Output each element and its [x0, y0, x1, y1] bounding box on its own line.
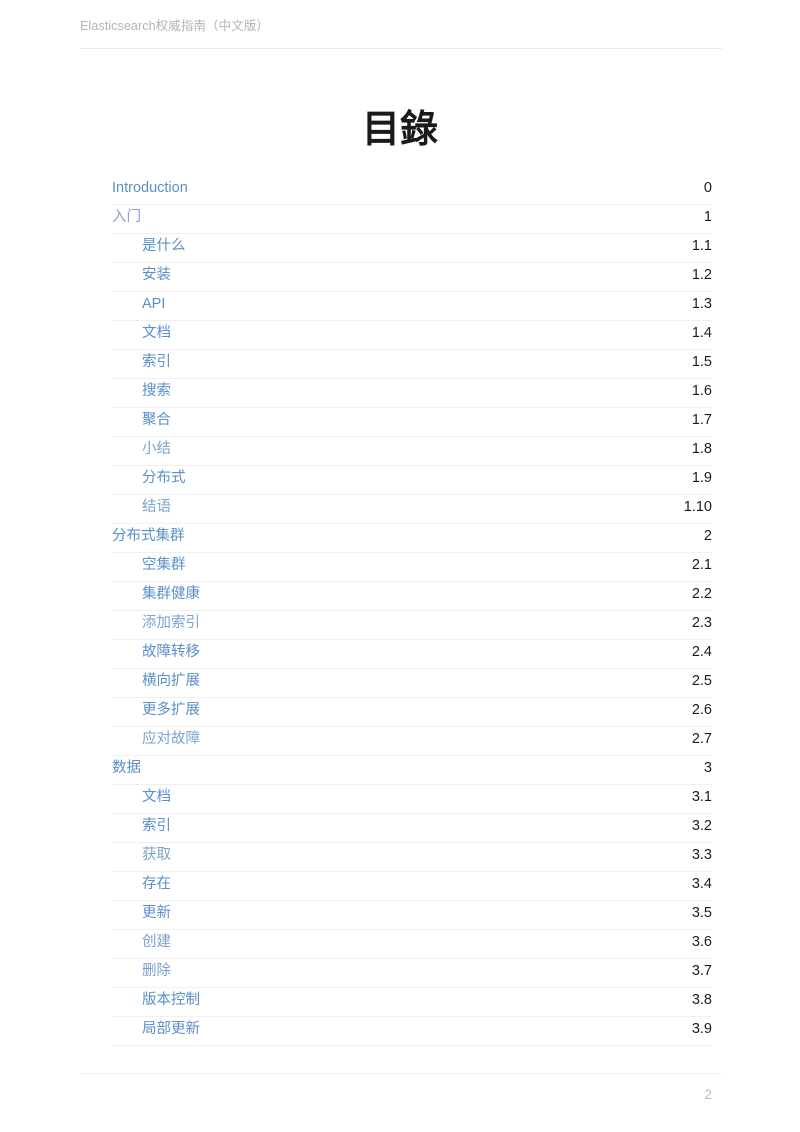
- toc-entry-label[interactable]: 空集群: [142, 553, 186, 576]
- toc-entry-label[interactable]: 版本控制: [142, 988, 200, 1011]
- toc-entry-label[interactable]: 删除: [142, 959, 171, 982]
- toc-entry-number: 2.6: [691, 702, 712, 718]
- toc-entry-number: 3.1: [691, 789, 712, 805]
- toc-entry-number: 0: [703, 180, 712, 196]
- toc-entry-number: 3.6: [691, 934, 712, 950]
- toc-entry-number: 3.8: [691, 992, 712, 1008]
- toc-entry-number: 3.4: [691, 876, 712, 892]
- toc-entry[interactable]: 应对故障 2.7: [112, 727, 712, 756]
- toc-entry-number: 2: [703, 528, 712, 544]
- toc-entry[interactable]: 安装 1.2: [112, 263, 712, 292]
- toc-entry-number: 1.3: [691, 296, 712, 312]
- toc-entry-label[interactable]: 分布式: [142, 466, 186, 489]
- toc-entry-number: 3.7: [691, 963, 712, 979]
- toc-entry-label[interactable]: 索引: [142, 350, 171, 373]
- toc-entry-label[interactable]: 集群健康: [142, 582, 200, 605]
- toc-entry-number: 3.3: [691, 847, 712, 863]
- toc-entry[interactable]: 入门 1: [112, 205, 712, 234]
- toc-entry-number: 2.1: [691, 557, 712, 573]
- table-of-contents: Introduction 0 入门 1 是什么 1.1 安装 1.2 API 1.3 文档 1.4 索引…: [112, 176, 712, 1046]
- document-page: Elasticsearch权威指南（中文版） 目錄 Introduction 0 入…: [0, 0, 800, 1132]
- toc-entry-label[interactable]: 聚合: [142, 408, 171, 431]
- toc-entry[interactable]: 更多扩展 2.6: [112, 698, 712, 727]
- running-footer: 2: [80, 1066, 722, 1116]
- toc-entry-number: 1.5: [691, 354, 712, 370]
- toc-entry-label[interactable]: 故障转移: [142, 640, 200, 663]
- toc-entry-label[interactable]: 存在: [142, 872, 171, 895]
- toc-entry[interactable]: 小结 1.8: [112, 437, 712, 466]
- toc-entry-number: 1.9: [691, 470, 712, 486]
- toc-entry-label[interactable]: 小结: [142, 437, 171, 460]
- toc-entry[interactable]: 聚合 1.7: [112, 408, 712, 437]
- toc-entry-number: 1.4: [691, 325, 712, 341]
- toc-entry[interactable]: 索引 1.5: [112, 350, 712, 379]
- toc-entry[interactable]: 是什么 1.1: [112, 234, 712, 263]
- toc-entry[interactable]: 获取 3.3: [112, 843, 712, 872]
- toc-entry-label[interactable]: 更多扩展: [142, 698, 200, 721]
- toc-entry-label[interactable]: 索引: [142, 814, 171, 837]
- toc-entry-number: 3.2: [691, 818, 712, 834]
- toc-entry[interactable]: 索引 3.2: [112, 814, 712, 843]
- toc-entry[interactable]: 添加索引 2.3: [112, 611, 712, 640]
- toc-entry-label[interactable]: 局部更新: [142, 1017, 200, 1040]
- footer-divider: [80, 1073, 722, 1074]
- toc-entry-number: 1.7: [691, 412, 712, 428]
- toc-entry[interactable]: 版本控制 3.8: [112, 988, 712, 1017]
- toc-entry[interactable]: 局部更新 3.9: [112, 1017, 712, 1046]
- toc-entry-label[interactable]: 文档: [142, 321, 171, 344]
- page-number: 2: [704, 1087, 712, 1102]
- toc-entry[interactable]: 横向扩展 2.5: [112, 669, 712, 698]
- toc-entry-label[interactable]: API: [142, 292, 165, 315]
- toc-entry-number: 1.2: [691, 267, 712, 283]
- toc-entry-label[interactable]: 横向扩展: [142, 669, 200, 692]
- toc-entry-number: 1.10: [683, 499, 712, 515]
- header-divider: [80, 48, 722, 49]
- toc-entry[interactable]: 集群健康 2.2: [112, 582, 712, 611]
- toc-entry-label[interactable]: 是什么: [142, 234, 186, 257]
- toc-entry-number: 2.7: [691, 731, 712, 747]
- toc-entry-label[interactable]: 应对故障: [142, 727, 200, 750]
- toc-entry[interactable]: 删除 3.7: [112, 959, 712, 988]
- toc-entry-label[interactable]: Introduction: [112, 176, 188, 199]
- toc-entry[interactable]: 数据 3: [112, 756, 712, 785]
- toc-entry-label[interactable]: 文档: [142, 785, 171, 808]
- toc-entry[interactable]: 文档 3.1: [112, 785, 712, 814]
- toc-entry-number: 1: [703, 209, 712, 225]
- toc-entry[interactable]: 搜索 1.6: [112, 379, 712, 408]
- toc-entry[interactable]: 文档 1.4: [112, 321, 712, 350]
- toc-entry-number: 2.4: [691, 644, 712, 660]
- toc-entry[interactable]: 创建 3.6: [112, 930, 712, 959]
- toc-entry[interactable]: 结语 1.10: [112, 495, 712, 524]
- toc-entry-label[interactable]: 入门: [112, 205, 141, 228]
- toc-entry-number: 1.6: [691, 383, 712, 399]
- toc-entry-label[interactable]: 数据: [112, 756, 141, 779]
- toc-entry-number: 1.8: [691, 441, 712, 457]
- toc-entry-label[interactable]: 更新: [142, 901, 171, 924]
- toc-entry-number: 2.5: [691, 673, 712, 689]
- page-title: 目錄: [361, 107, 438, 151]
- toc-entry[interactable]: 存在 3.4: [112, 872, 712, 901]
- toc-entry-number: 3: [703, 760, 712, 776]
- toc-entry-number: 1.1: [691, 238, 712, 254]
- toc-entry[interactable]: 故障转移 2.4: [112, 640, 712, 669]
- toc-entry[interactable]: 空集群 2.1: [112, 553, 712, 582]
- toc-entry[interactable]: 分布式集群 2: [112, 524, 712, 553]
- toc-entry-number: 2.3: [691, 615, 712, 631]
- toc-entry[interactable]: 分布式 1.9: [112, 466, 712, 495]
- running-header: Elasticsearch权威指南（中文版）: [80, 18, 722, 50]
- toc-entry[interactable]: Introduction 0: [112, 176, 712, 205]
- toc-entry[interactable]: 更新 3.5: [112, 901, 712, 930]
- toc-entry-label[interactable]: 搜索: [142, 379, 171, 402]
- toc-entry-label[interactable]: 结语: [142, 495, 171, 518]
- toc-entry-label[interactable]: 安装: [142, 263, 171, 286]
- toc-entry-label[interactable]: 分布式集群: [112, 524, 185, 547]
- book-title: Elasticsearch权威指南（中文版）: [80, 19, 270, 33]
- toc-entry-number: 2.2: [691, 586, 712, 602]
- toc-entry[interactable]: API 1.3: [112, 292, 712, 321]
- toc-entry-number: 3.5: [691, 905, 712, 921]
- toc-entry-label[interactable]: 创建: [142, 930, 171, 953]
- toc-entry-label[interactable]: 添加索引: [142, 611, 200, 634]
- toc-entry-label[interactable]: 获取: [142, 843, 171, 866]
- toc-entry-number: 3.9: [691, 1021, 712, 1037]
